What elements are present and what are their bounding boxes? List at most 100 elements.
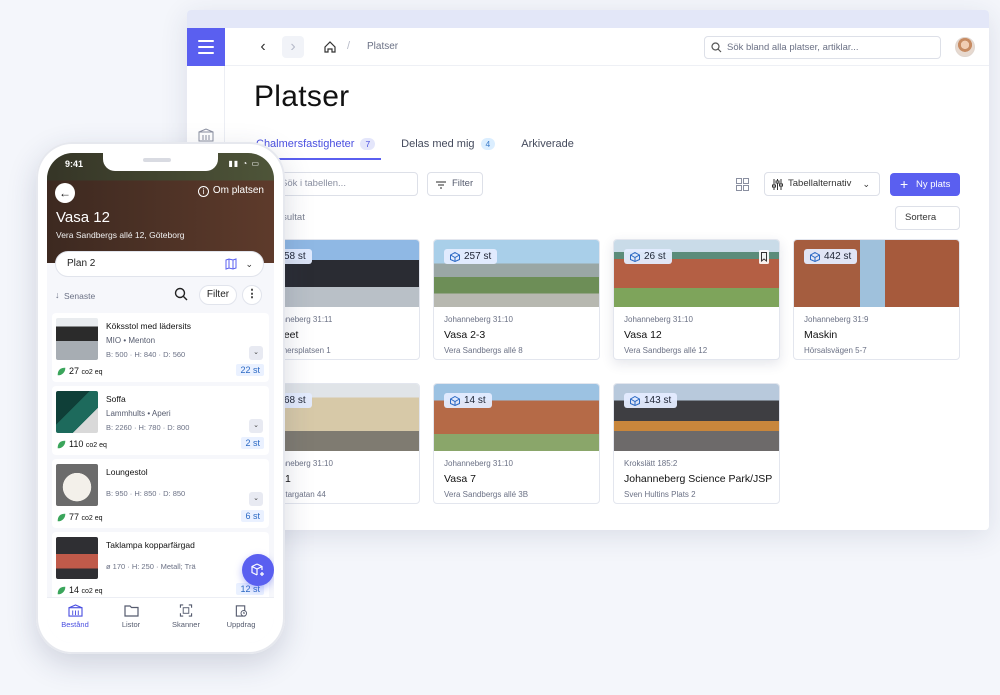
search-icon [711, 42, 722, 53]
item-brand: Lammhults • Aperi [106, 409, 171, 418]
leaf-icon [57, 586, 66, 595]
item-title: Taklampa kopparfärgad [106, 540, 195, 550]
about-place-button[interactable]: i Om platsen [197, 185, 264, 197]
property-designation: Johanneberg 31:10 [444, 459, 513, 468]
back-button[interactable]: ← [55, 183, 75, 203]
scan-icon [179, 604, 193, 617]
place-card-jsp[interactable]: 143 st Krokslätt 185:2 Johanneberg Scien… [613, 383, 780, 504]
global-search-input[interactable]: Sök bland alla platser, artiklar... [704, 36, 941, 59]
plan-selector[interactable]: Plan 2 ⌄ [55, 251, 264, 277]
list-item[interactable]: Taklampa kopparfärgad ø 170 · H: 250 · M… [52, 532, 269, 601]
nav-uppdrag[interactable]: Uppdrag [216, 604, 266, 629]
item-count: 14 st [464, 395, 486, 406]
item-title: Köksstol med lädersits [106, 321, 192, 331]
chevron-down-icon: ⌄ [245, 259, 253, 269]
global-search-placeholder: Sök bland alla platser, artiklar... [727, 42, 859, 53]
list-item[interactable]: Loungestol B: 950 · H: 850 · D: 850 ⌄ 77… [52, 459, 269, 528]
place-address: Vera Sandbergs allé 12 [624, 346, 708, 355]
sliders-icon [772, 179, 783, 190]
breadcrumb[interactable]: Platser [367, 41, 398, 52]
item-count-badge: 143 st [624, 393, 678, 408]
item-title: Loungestol [106, 467, 148, 477]
tab-bar: Chalmersfastigheter 7 Delas med mig 4 Ar… [254, 132, 598, 160]
table-options-label: Tabellalternativ [788, 178, 852, 189]
list-item[interactable]: Soffa Lammhults • Aperi B: 2260 · H: 780… [52, 386, 269, 455]
place-card-vasa-7[interactable]: 14 st Johanneberg 31:10 Vasa 7 Vera Sand… [433, 383, 600, 504]
place-address: Vera Sandbergs allé 3B [444, 490, 529, 499]
info-icon: i [197, 186, 209, 197]
property-designation: Johanneberg 31:10 [444, 315, 513, 324]
place-address: Vera Sandbergs allé 12, Göteborg [56, 230, 185, 240]
co2-value: 77 co2 eq [57, 512, 103, 522]
add-item-button[interactable] [242, 554, 274, 586]
chevron-down-icon[interactable]: ⌄ [249, 419, 263, 433]
home-icon[interactable] [323, 40, 337, 54]
new-place-label: Ny plats [916, 179, 951, 190]
status-time: 9:41 [65, 159, 84, 169]
folder-icon [123, 605, 139, 617]
phone-screen: 9:41 ▮▮ ◔ ▭ ← i Om platsen Vasa 12 Vera … [47, 153, 274, 643]
co2-value: 27 co2 eq [57, 366, 103, 376]
item-count: 26 st [644, 251, 666, 262]
phone-notch [103, 153, 218, 171]
plus-icon: + [900, 176, 909, 192]
tab-count-badge: 7 [360, 138, 376, 150]
property-designation: Krokslätt 185:2 [624, 459, 678, 468]
item-count: 68 st [284, 395, 306, 406]
sort-dropdown[interactable]: Sortera [895, 206, 960, 230]
place-address: Hörsalsvägen 5-7 [804, 346, 867, 355]
place-name: GW 1 [264, 473, 291, 485]
cube-icon [810, 252, 820, 262]
filter-button[interactable]: Filter [199, 285, 237, 305]
chevron-down-icon[interactable]: ⌄ [249, 346, 263, 360]
bookmark-icon[interactable] [759, 250, 769, 264]
place-card-vasa-2-3[interactable]: 257 st Johanneberg 31:10 Vasa 2-3 Vera S… [433, 239, 600, 360]
nav-skanner[interactable]: Skanner [161, 604, 211, 629]
filter-button[interactable]: Filter [427, 172, 483, 196]
status-icons: ▮▮ ◔ ▭ [228, 159, 260, 168]
place-name: Johanneberg Science Park/JSP [624, 473, 773, 485]
back-button[interactable]: ‹ [252, 36, 274, 58]
avatar[interactable] [955, 37, 975, 57]
place-name: Maskin [804, 329, 838, 341]
cube-icon [630, 396, 640, 406]
list-item[interactable]: Köksstol med lädersits MIO • Menton B: 5… [52, 313, 269, 382]
add-cube-icon [251, 563, 264, 576]
co2-amount: 14 [69, 585, 80, 595]
place-card-maskin[interactable]: 442 st Johanneberg 31:9 Maskin Hörsalsvä… [793, 239, 960, 360]
new-place-button[interactable]: + Ny plats [890, 173, 960, 196]
nav-bestand[interactable]: Bestånd [50, 604, 100, 629]
forward-button[interactable]: › [282, 36, 304, 58]
nav-listor[interactable]: Listor [106, 604, 156, 629]
item-count-badge: 26 st [624, 249, 672, 264]
nav-label: Listor [121, 620, 141, 629]
item-count: 257 st [464, 251, 492, 262]
phone-frame: 9:41 ▮▮ ◔ ▭ ← i Om platsen Vasa 12 Vera … [36, 142, 285, 654]
tab-delas-med-mig[interactable]: Delas med mig 4 [399, 132, 497, 156]
item-thumbnail [56, 391, 98, 433]
search-icon[interactable] [174, 287, 188, 301]
inventory-icon[interactable] [198, 128, 214, 142]
list-toolbar: Senaste Filter ⋮ [47, 285, 274, 307]
more-options-icon[interactable]: ⋮ [242, 285, 262, 305]
place-name: Vasa 12 [56, 209, 110, 226]
chevron-down-icon[interactable]: ⌄ [249, 492, 263, 506]
place-address: Sven Hultins Plats 2 [624, 490, 696, 499]
item-dimensions: B: 950 · H: 850 · D: 850 [106, 489, 186, 498]
sort-latest[interactable]: Senaste [55, 290, 95, 301]
place-image: 143 st [614, 384, 779, 451]
table-options-dropdown[interactable]: Tabellalternativ ⌄ [764, 172, 880, 196]
co2-amount: 27 [69, 366, 80, 376]
place-image: 26 st [614, 240, 779, 307]
table-search-input[interactable]: Sök i tabellen... [270, 172, 418, 196]
co2-amount: 110 [69, 439, 84, 449]
item-quantity: 2 st [241, 437, 264, 449]
leaf-icon [57, 440, 66, 449]
grid-view-icon[interactable] [736, 178, 749, 191]
menu-button[interactable] [187, 28, 225, 66]
place-image: 257 st [434, 240, 599, 307]
item-title: Soffa [106, 394, 126, 404]
tab-arkiverade[interactable]: Arkiverade [519, 132, 576, 156]
filter-button-label: Filter [452, 178, 474, 189]
place-card-vasa-12[interactable]: 26 st Johanneberg 31:10 Vasa 12 Vera San… [613, 239, 780, 360]
